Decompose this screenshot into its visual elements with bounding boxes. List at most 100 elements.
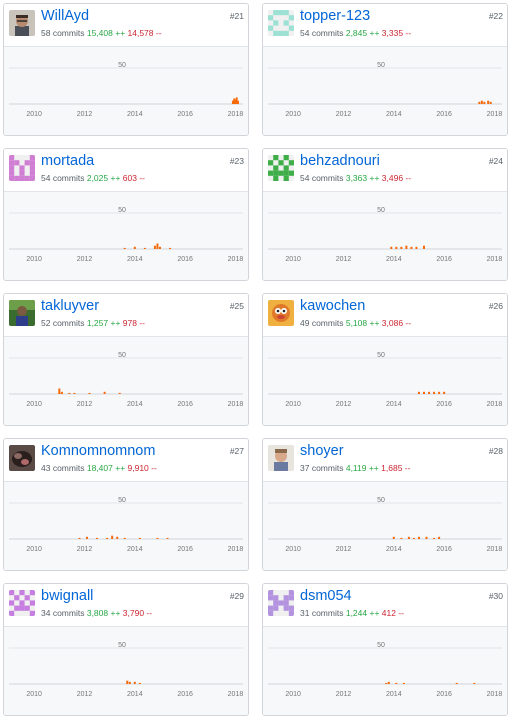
identicon-avatar-icon[interactable] [9,155,35,181]
activity-chart: 50 2010 2012 2014 2016 2018 [263,337,507,425]
x-tick-label: 2010 [26,256,42,263]
x-tick-label: 2018 [487,256,503,263]
photo-avatar-icon[interactable] [268,445,294,471]
contributor-rank: #25 [229,301,244,311]
activity-bar [123,247,126,249]
additions-count: 15,408 ++ [86,28,126,38]
x-tick-label: 2010 [26,691,42,698]
contributor-name-link[interactable]: kawochen [300,298,365,315]
contributor-name-link[interactable]: mortada [41,153,94,170]
identicon-avatar-icon[interactable] [9,590,35,616]
activity-chart: 50 2010 2012 2014 2016 2018 [4,337,248,425]
activity-chart-svg: 50 2010 2012 2014 2016 2018 [9,207,244,263]
deletions-count: 14,578 -- [127,28,162,38]
x-tick-label: 2012 [336,256,352,263]
photo-avatar-icon[interactable] [9,445,35,471]
activity-bar [415,246,418,249]
x-tick-label: 2012 [77,691,93,698]
commit-count-link[interactable]: 54 commits [300,28,343,38]
activity-bar [118,392,121,394]
x-tick-label: 2012 [336,401,352,408]
x-tick-label: 2014 [386,546,402,553]
contributor-name-link[interactable]: Komnomnomnom [41,443,155,460]
activity-bar [412,537,415,539]
x-tick-label: 2018 [228,256,244,263]
contributor-name-link[interactable]: shoyer [300,443,344,460]
activity-bar [111,535,114,539]
activity-bar [126,680,129,684]
x-tick-label: 2010 [285,546,301,553]
activity-bar [88,392,91,394]
contributor-card: topper-123 54 commits 2,845 ++ 3,335 -- #2… [262,3,508,136]
activity-bar [138,682,141,684]
activity-bar [395,682,398,684]
contributor-rank: #30 [488,591,503,601]
additions-count: 1,244 ++ [345,608,380,618]
identicon-avatar-icon[interactable] [268,155,294,181]
contributor-stats: 54 commits 2,025 ++ 603 -- [41,173,145,184]
contributor-name-link[interactable]: topper-123 [300,8,370,25]
contributor-card: bwignall 34 commits 3,808 ++ 3,790 -- #29 5… [3,583,249,716]
x-tick-label: 2012 [336,546,352,553]
activity-bar [483,101,486,104]
x-tick-label: 2018 [228,401,244,408]
contributor-name-link[interactable]: behzadnouri [300,153,380,170]
contributor-card: Komnomnomnom 43 commits 18,407 ++ 9,910 -… [3,438,249,571]
commit-count-link[interactable]: 54 commits [41,173,84,183]
commit-count-link[interactable]: 58 commits [41,28,84,38]
activity-bar [405,245,408,249]
y-tick-label: 50 [118,352,126,359]
activity-bar [60,391,63,394]
activity-chart: 50 2010 2012 2014 2016 2018 [4,482,248,570]
activity-bar [402,682,405,684]
x-tick-label: 2014 [386,256,402,263]
contributor-rank: #24 [488,156,503,166]
activity-bar [385,682,388,684]
x-tick-label: 2014 [386,401,402,408]
additions-count: 18,407 ++ [86,463,126,473]
activity-bar [480,100,483,104]
card-header: behzadnouri 54 commits 3,363 ++ 3,496 -- #… [263,149,507,192]
contributor-name-link[interactable]: bwignall [41,588,93,605]
commit-count-link[interactable]: 34 commits [41,608,84,618]
x-tick-label: 2014 [127,401,143,408]
commit-count-link[interactable]: 52 commits [41,318,84,328]
activity-bar [438,391,441,394]
commit-count-link[interactable]: 43 commits [41,463,84,473]
x-tick-label: 2012 [77,256,93,263]
contributor-card: takluyver 52 commits 1,257 ++ 978 -- #25 50… [3,293,249,426]
identicon-avatar-icon[interactable] [268,10,294,36]
activity-bar [58,388,61,394]
activity-chart-svg: 50 2010 2012 2014 2016 2018 [9,62,243,118]
commit-count-link[interactable]: 37 commits [300,463,343,473]
photo-avatar-icon[interactable] [9,300,35,326]
x-tick-label: 2010 [26,401,42,408]
deletions-count: 9,910 -- [127,463,157,473]
activity-bar [387,681,390,684]
commit-count-link[interactable]: 31 commits [300,608,343,618]
contributor-name-link[interactable]: WillAyd [41,8,89,25]
x-tick-label: 2010 [285,111,301,118]
card-header: bwignall 34 commits 3,808 ++ 3,790 -- #29 [4,584,248,627]
y-tick-label: 50 [118,497,126,504]
activity-bar [407,536,410,539]
deletions-count: 978 -- [122,318,145,328]
contributor-card: mortada 54 commits 2,025 ++ 603 -- #23 50 20… [3,148,249,281]
commit-count-link[interactable]: 54 commits [300,173,343,183]
photo-avatar-icon[interactable] [268,300,294,326]
activity-chart: 50 2010 2012 2014 2016 2018 [4,192,248,280]
contributor-name-link[interactable]: dsm054 [300,588,352,605]
activity-bar [156,243,159,249]
contributor-stats: 31 commits 1,244 ++ 412 -- [300,608,404,619]
identicon-avatar-icon[interactable] [268,590,294,616]
x-tick-label: 2012 [77,546,93,553]
activity-bar [390,246,393,249]
activity-chart-svg: 50 2010 2012 2014 2016 2018 [268,207,503,263]
contributor-name-link[interactable]: takluyver [41,298,99,315]
activity-bar [68,392,71,394]
x-tick-label: 2016 [436,401,452,408]
commit-count-link[interactable]: 49 commits [300,318,343,328]
photo-avatar-icon[interactable] [9,10,35,36]
activity-bar [236,100,239,104]
x-tick-label: 2010 [285,401,301,408]
